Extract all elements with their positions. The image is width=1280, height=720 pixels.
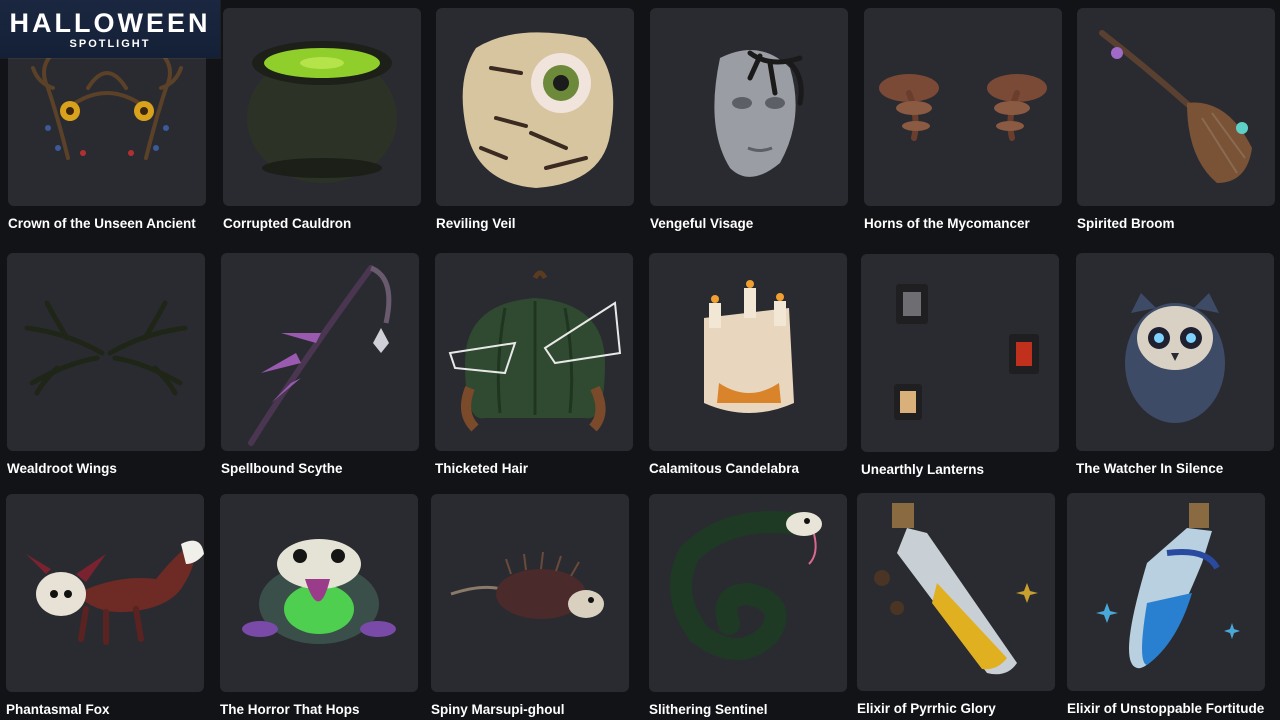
item-thumbnail[interactable] [864, 8, 1062, 206]
item-name[interactable]: Phantasmal Fox [6, 702, 110, 717]
cauldron-icon [247, 41, 397, 183]
owl-icon [1125, 293, 1225, 423]
fox-icon [26, 540, 204, 645]
item-name[interactable]: Corrupted Cauldron [223, 216, 351, 231]
item-thumbnail[interactable] [1067, 493, 1265, 691]
snake-icon [670, 511, 822, 660]
item-thumbnail[interactable] [1076, 253, 1274, 451]
item-name[interactable]: Unearthly Lanterns [861, 462, 984, 477]
logo-title: HALLOWEEN [9, 7, 211, 38]
item-thumbnail[interactable] [435, 253, 633, 451]
item-name[interactable]: Crown of the Unseen Ancient [8, 216, 196, 231]
item-thumbnail[interactable] [1077, 8, 1275, 206]
item-name[interactable]: Elixir of Pyrrhic Glory [857, 701, 996, 716]
item-name[interactable]: Reviling Veil [436, 216, 516, 231]
halloween-spotlight-logo: HALLOWEEN SPOTLIGHT [0, 0, 220, 58]
item-thumbnail[interactable] [6, 494, 204, 692]
root-wings-icon [24, 300, 188, 396]
item-name[interactable]: Spiny Marsupi-ghoul [431, 702, 565, 717]
cracked-face-mask-icon [714, 50, 804, 177]
item-thumbnail[interactable] [431, 494, 629, 692]
item-thumbnail[interactable] [650, 8, 848, 206]
frog-icon [242, 539, 396, 644]
item-thumbnail[interactable] [649, 253, 847, 451]
item-name[interactable]: The Watcher In Silence [1076, 461, 1223, 476]
item-thumbnail[interactable] [857, 493, 1055, 691]
lanterns-icon [894, 284, 1039, 420]
item-name[interactable]: Spellbound Scythe [221, 461, 343, 476]
item-thumbnail[interactable] [7, 253, 205, 451]
item-name[interactable]: Slithering Sentinel [649, 702, 768, 717]
item-name[interactable]: The Horror That Hops [220, 702, 360, 717]
item-thumbnail[interactable] [220, 494, 418, 692]
candle-hat-icon [704, 280, 794, 413]
eyeball-mask-icon [462, 32, 614, 188]
item-name[interactable]: Calamitous Candelabra [649, 461, 799, 476]
item-thumbnail[interactable] [436, 8, 634, 206]
item-name[interactable]: Vengeful Visage [650, 216, 753, 231]
item-name[interactable]: Thicketed Hair [435, 461, 528, 476]
item-name[interactable]: Spirited Broom [1077, 216, 1175, 231]
item-thumbnail[interactable] [223, 8, 421, 206]
item-name[interactable]: Wealdroot Wings [7, 461, 117, 476]
pumpkin-hair-icon [448, 270, 622, 432]
item-name[interactable]: Horns of the Mycomancer [864, 216, 1030, 231]
broom-icon [1099, 30, 1252, 183]
item-thumbnail[interactable] [649, 494, 847, 692]
item-thumbnail[interactable] [221, 253, 419, 451]
yellow-potion-icon [874, 503, 1038, 675]
item-thumbnail[interactable] [861, 254, 1059, 452]
logo-subtitle: SPOTLIGHT [69, 37, 151, 50]
spiny-marsupial-icon [450, 551, 604, 619]
item-name[interactable]: Elixir of Unstoppable Fortitude [1067, 701, 1264, 716]
scythe-staff-icon [248, 265, 392, 446]
mushroom-horns-icon [879, 74, 1047, 141]
blue-potion-icon [1096, 503, 1240, 669]
